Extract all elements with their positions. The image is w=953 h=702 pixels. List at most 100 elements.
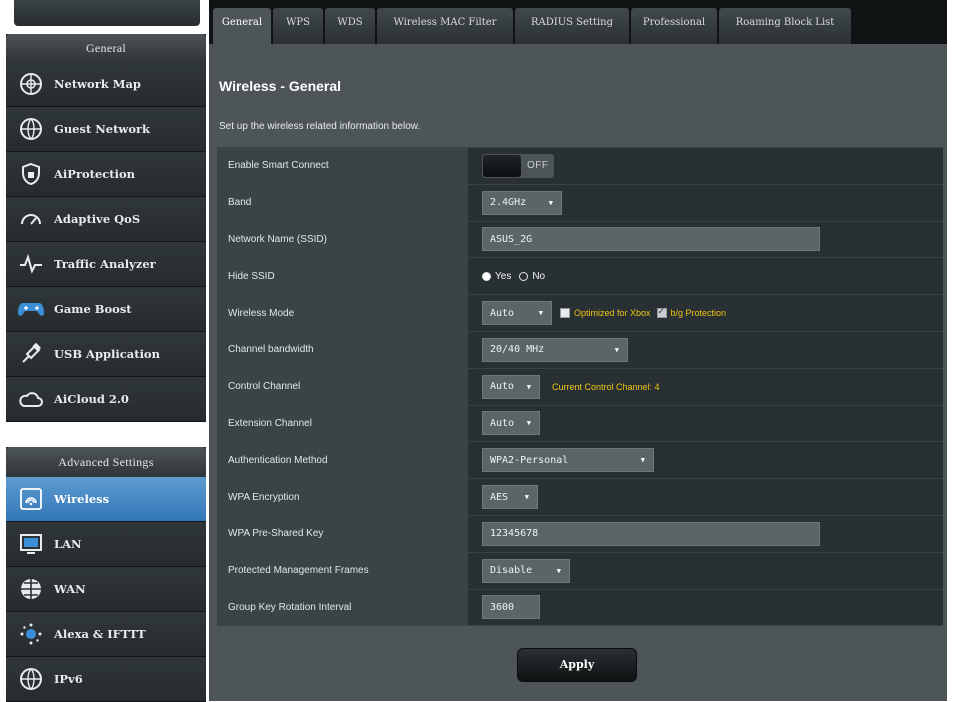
band-value: 2.4GHz xyxy=(490,197,527,209)
control-channel-label: Control Channel xyxy=(217,368,468,405)
wireless-mode-value: Auto xyxy=(490,307,515,319)
main-content: General WPS WDS Wireless MAC Filter RADI… xyxy=(209,0,947,701)
hide-ssid-yes-radio[interactable]: Yes xyxy=(482,271,511,282)
authentication-method-label: Authentication Method xyxy=(217,442,468,479)
band-select[interactable]: 2.4GHz ▼ xyxy=(482,190,562,215)
smart-connect-toggle[interactable]: OFF xyxy=(482,153,554,178)
settings-table: Enable Smart Connect OFF Band 2.4GHz ▼ N… xyxy=(217,147,943,627)
sidebar-item-aiprotection[interactable]: AiProtection xyxy=(6,152,206,197)
sidebar-item-label: AiCloud 2.0 xyxy=(54,392,129,406)
sidebar-item-label: WAN xyxy=(54,582,86,596)
sidebar-item-network-map[interactable]: Network Map xyxy=(6,62,206,107)
ipv6-icon xyxy=(18,666,44,692)
tab-wds[interactable]: WDS xyxy=(325,8,375,44)
hide-ssid-no-radio[interactable]: No xyxy=(519,271,545,282)
radio-selected-icon xyxy=(482,271,491,281)
row-smart-connect: Enable Smart Connect OFF xyxy=(217,148,943,185)
tab-wps[interactable]: WPS xyxy=(273,8,323,44)
network-map-icon xyxy=(18,71,44,97)
gauge-icon xyxy=(18,206,44,232)
extension-channel-select[interactable]: Auto ▼ xyxy=(482,411,540,436)
dropdown-arrow-icon: ▼ xyxy=(614,345,619,354)
wireless-mode-label: Wireless Mode xyxy=(217,295,468,331)
sidebar-item-label: IPv6 xyxy=(54,672,83,686)
ssid-input[interactable]: ASUS_2G xyxy=(482,227,820,252)
sidebar-item-label: AiProtection xyxy=(54,167,136,181)
sidebar-item-traffic-analyzer[interactable]: Traffic Analyzer xyxy=(6,242,206,287)
wpa-encryption-select[interactable]: AES ▼ xyxy=(482,485,538,510)
wireless-mode-select[interactable]: Auto ▼ xyxy=(482,301,552,326)
sidebar-item-wan[interactable]: WAN xyxy=(6,567,206,612)
sidebar-item-adaptive-qos[interactable]: Adaptive QoS xyxy=(6,197,206,242)
extension-channel-value: Auto xyxy=(490,417,515,429)
wpa-encryption-value: AES xyxy=(490,491,509,503)
pmf-select[interactable]: Disable ▼ xyxy=(482,558,570,583)
tab-professional[interactable]: Professional xyxy=(631,8,717,44)
dropdown-arrow-icon: ▼ xyxy=(548,198,553,207)
row-authentication-method: Authentication Method WPA2-Personal ▼ xyxy=(217,442,943,480)
authentication-method-value: WPA2-Personal xyxy=(490,454,569,466)
tab-wireless-mac-filter[interactable]: Wireless MAC Filter xyxy=(377,8,513,44)
sidebar-item-wireless[interactable]: Wireless xyxy=(6,477,206,522)
row-ssid: Network Name (SSID) ASUS_2G xyxy=(217,221,943,259)
page-subtitle: Set up the wireless related information … xyxy=(219,121,421,132)
band-label: Band xyxy=(217,184,468,221)
dropdown-arrow-icon: ▼ xyxy=(538,309,543,318)
tab-general[interactable]: General xyxy=(213,8,271,44)
sidebar-item-game-boost[interactable]: Game Boost xyxy=(6,287,206,332)
apply-button[interactable]: Apply xyxy=(517,648,637,682)
radio-unselected-icon xyxy=(519,271,529,281)
row-band: Band 2.4GHz ▼ xyxy=(217,184,943,222)
traffic-analyzer-icon xyxy=(18,251,44,277)
sidebar-item-label: Network Map xyxy=(54,77,141,91)
shield-icon xyxy=(18,161,44,187)
globe-icon xyxy=(18,576,44,602)
current-control-channel-note: Current Control Channel: 4 xyxy=(552,381,660,392)
guest-network-icon xyxy=(18,116,44,142)
general-menu: General Network Map Guest Network AiProt… xyxy=(6,34,206,422)
wpa-psk-input[interactable]: 12345678 xyxy=(482,521,820,546)
extension-channel-label: Extension Channel xyxy=(217,405,468,442)
dropdown-arrow-icon: ▼ xyxy=(640,456,645,465)
sidebar-item-label: Game Boost xyxy=(54,302,132,316)
ssid-label: Network Name (SSID) xyxy=(217,221,468,258)
row-wpa-encryption: WPA Encryption AES ▼ xyxy=(217,479,943,516)
sidebar: General Network Map Guest Network AiProt… xyxy=(6,0,206,702)
channel-bandwidth-select[interactable]: 20/40 MHz ▼ xyxy=(482,337,628,362)
sidebar-item-usb-application[interactable]: USB Application xyxy=(6,332,206,377)
sidebar-item-label: Alexa & IFTTT xyxy=(54,627,146,641)
radio-label: No xyxy=(532,270,546,282)
radio-label: Yes xyxy=(495,270,512,282)
advanced-settings-header: Advanced Settings xyxy=(6,447,206,477)
row-control-channel: Control Channel Auto ▼ Current Control C… xyxy=(217,368,943,406)
dropdown-arrow-icon: ▼ xyxy=(556,566,561,575)
tab-radius-setting[interactable]: RADIUS Setting xyxy=(515,8,629,44)
optimized-xbox-checkbox[interactable] xyxy=(560,308,570,319)
advanced-settings-menu: Advanced Settings Wireless LAN WAN Alexa… xyxy=(6,447,206,702)
optimized-xbox-label: Optimized for Xbox xyxy=(574,308,651,319)
pmf-label: Protected Management Frames xyxy=(217,552,468,589)
channel-bandwidth-value: 20/40 MHz xyxy=(490,344,545,356)
group-key-rotation-input[interactable]: 3600 xyxy=(482,595,540,620)
row-wireless-mode: Wireless Mode Auto ▼ Optimized for Xbox … xyxy=(217,295,943,332)
alexa-icon xyxy=(18,621,44,647)
row-channel-bandwidth: Channel bandwidth 20/40 MHz ▼ xyxy=(217,331,943,369)
dropdown-arrow-icon: ▼ xyxy=(526,382,531,391)
bg-protection-checkbox[interactable] xyxy=(656,306,667,319)
sidebar-item-lan[interactable]: LAN xyxy=(6,522,206,567)
sidebar-item-alexa-ifttt[interactable]: Alexa & IFTTT xyxy=(6,612,206,657)
sidebar-item-guest-network[interactable]: Guest Network xyxy=(6,107,206,152)
wifi-icon xyxy=(18,486,44,512)
sidebar-item-label: LAN xyxy=(54,537,82,551)
row-hide-ssid: Hide SSID Yes No xyxy=(217,258,943,296)
pmf-value: Disable xyxy=(490,565,533,577)
row-pmf: Protected Management Frames Disable ▼ xyxy=(217,552,943,590)
sidebar-item-label: Traffic Analyzer xyxy=(54,257,156,271)
sidebar-item-ipv6[interactable]: IPv6 xyxy=(6,657,206,702)
row-extension-channel: Extension Channel Auto ▼ xyxy=(217,405,943,443)
sidebar-item-aicloud[interactable]: AiCloud 2.0 xyxy=(6,377,206,422)
tab-roaming-block-list[interactable]: Roaming Block List xyxy=(719,8,851,44)
row-wpa-psk: WPA Pre-Shared Key 12345678 xyxy=(217,515,943,553)
authentication-method-select[interactable]: WPA2-Personal ▼ xyxy=(482,448,654,473)
control-channel-select[interactable]: Auto ▼ xyxy=(482,374,540,399)
